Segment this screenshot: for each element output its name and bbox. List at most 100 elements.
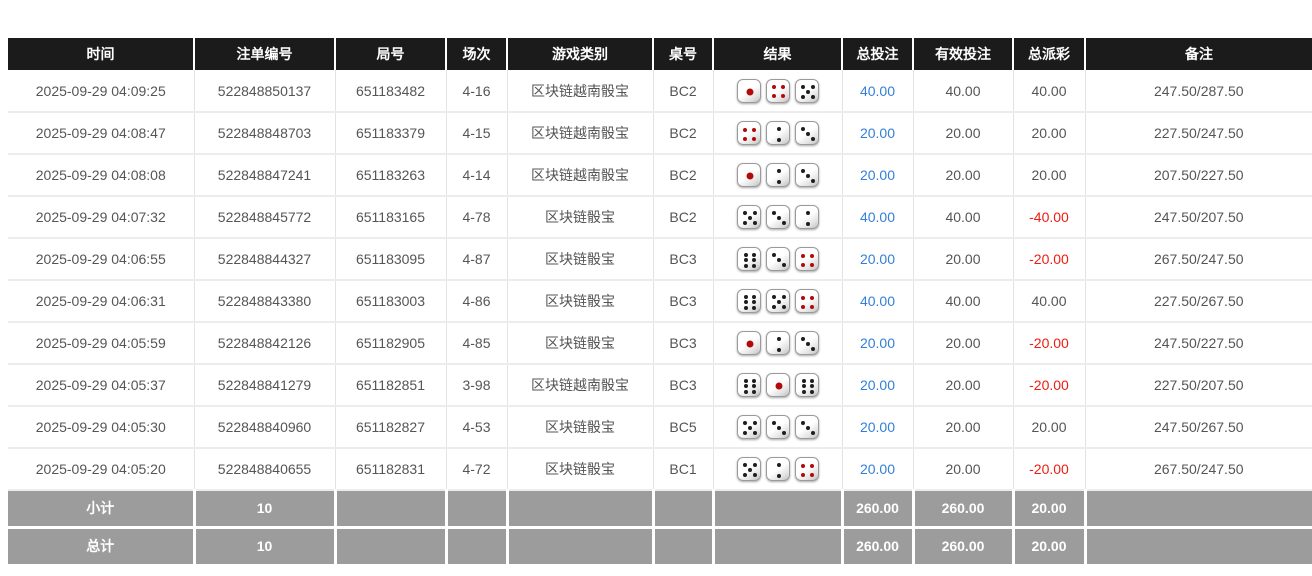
cell-round: 651182905 bbox=[335, 322, 446, 364]
result-dice bbox=[713, 196, 842, 238]
cell-table-no: BC2 bbox=[653, 154, 713, 196]
cell-session: 4-72 bbox=[446, 448, 507, 490]
cell-total-payout: 20.00 bbox=[1013, 112, 1085, 154]
die-5 bbox=[795, 79, 819, 103]
cell-bet-id: 522848843380 bbox=[194, 280, 335, 322]
cell-game-type: 区块链越南骰宝 bbox=[507, 154, 653, 196]
cell-total-bet[interactable]: 20.00 bbox=[842, 238, 913, 280]
cell-total-bet[interactable]: 40.00 bbox=[842, 280, 913, 322]
footer-count: 10 bbox=[194, 527, 335, 564]
cell-time: 2025-09-29 04:05:20 bbox=[8, 448, 194, 490]
cell-game-type: 区块链骰宝 bbox=[507, 238, 653, 280]
die-5 bbox=[737, 457, 761, 481]
cell-total-payout: -20.00 bbox=[1013, 238, 1085, 280]
cell-total-bet[interactable]: 20.00 bbox=[842, 406, 913, 448]
cell-total-payout: 40.00 bbox=[1013, 70, 1085, 112]
bet-records-panel: 时间注单编号局号场次游戏类别桌号结果总投注有效投注总派彩备注 2025-09-2… bbox=[8, 38, 1312, 564]
cell-total-bet[interactable]: 20.00 bbox=[842, 112, 913, 154]
cell-session: 4-16 bbox=[446, 70, 507, 112]
footer-count: 10 bbox=[194, 490, 335, 527]
cell-game-type: 区块链越南骰宝 bbox=[507, 364, 653, 406]
cell-valid-bet: 20.00 bbox=[913, 154, 1013, 196]
cell-round: 651183165 bbox=[335, 196, 446, 238]
die-2 bbox=[766, 331, 790, 355]
die-3 bbox=[795, 121, 819, 145]
cell-total-payout: 20.00 bbox=[1013, 406, 1085, 448]
table-row: 2025-09-29 04:05:37522848841279651182851… bbox=[8, 364, 1312, 406]
footer-label: 小计 bbox=[8, 490, 194, 527]
result-dice bbox=[713, 448, 842, 490]
cell-game-type: 区块链骰宝 bbox=[507, 406, 653, 448]
cell-table-no: BC3 bbox=[653, 322, 713, 364]
dice-group bbox=[714, 247, 842, 271]
die-2 bbox=[795, 205, 819, 229]
cell-time: 2025-09-29 04:06:31 bbox=[8, 280, 194, 322]
cell-time: 2025-09-29 04:06:55 bbox=[8, 238, 194, 280]
die-1 bbox=[737, 331, 761, 355]
die-1 bbox=[737, 163, 761, 187]
table-row: 2025-09-29 04:05:59522848842126651182905… bbox=[8, 322, 1312, 364]
cell-time: 2025-09-29 04:05:59 bbox=[8, 322, 194, 364]
cell-total-bet[interactable]: 20.00 bbox=[842, 322, 913, 364]
result-dice bbox=[713, 70, 842, 112]
column-header-remark: 备注 bbox=[1085, 38, 1312, 70]
cell-table-no: BC1 bbox=[653, 448, 713, 490]
die-3 bbox=[795, 331, 819, 355]
result-dice bbox=[713, 406, 842, 448]
cell-remark: 247.50/267.50 bbox=[1085, 406, 1312, 448]
cell-total-bet[interactable]: 20.00 bbox=[842, 448, 913, 490]
footer-empty-game bbox=[507, 527, 653, 564]
die-6 bbox=[737, 247, 761, 271]
cell-session: 4-78 bbox=[446, 196, 507, 238]
cell-remark: 227.50/247.50 bbox=[1085, 112, 1312, 154]
cell-total-payout: -20.00 bbox=[1013, 322, 1085, 364]
cell-table-no: BC5 bbox=[653, 406, 713, 448]
dice-group bbox=[714, 373, 842, 397]
cell-total-payout: -40.00 bbox=[1013, 196, 1085, 238]
die-2 bbox=[766, 457, 790, 481]
cell-round: 651182851 bbox=[335, 364, 446, 406]
cell-bet-id: 522848848703 bbox=[194, 112, 335, 154]
die-6 bbox=[795, 373, 819, 397]
cell-remark: 247.50/287.50 bbox=[1085, 70, 1312, 112]
die-4 bbox=[795, 247, 819, 271]
cell-remark: 267.50/247.50 bbox=[1085, 238, 1312, 280]
column-header-total-payout: 总派彩 bbox=[1013, 38, 1085, 70]
footer-valid-bet: 260.00 bbox=[913, 490, 1013, 527]
cell-bet-id: 522848845772 bbox=[194, 196, 335, 238]
cell-total-bet[interactable]: 20.00 bbox=[842, 154, 913, 196]
die-5 bbox=[737, 205, 761, 229]
table-row: 2025-09-29 04:05:20522848840655651182831… bbox=[8, 448, 1312, 490]
cell-game-type: 区块链骰宝 bbox=[507, 196, 653, 238]
die-3 bbox=[766, 415, 790, 439]
cell-valid-bet: 20.00 bbox=[913, 238, 1013, 280]
cell-time: 2025-09-29 04:09:25 bbox=[8, 70, 194, 112]
footer-empty-remark bbox=[1085, 527, 1312, 564]
cell-valid-bet: 20.00 bbox=[913, 322, 1013, 364]
footer-empty-game bbox=[507, 490, 653, 527]
cell-total-bet[interactable]: 40.00 bbox=[842, 70, 913, 112]
cell-valid-bet: 40.00 bbox=[913, 280, 1013, 322]
footer-total-payout: 20.00 bbox=[1013, 490, 1085, 527]
dice-group bbox=[714, 415, 842, 439]
footer-empty-session bbox=[446, 527, 507, 564]
cell-valid-bet: 40.00 bbox=[913, 70, 1013, 112]
table-body: 2025-09-29 04:09:25522848850137651183482… bbox=[8, 70, 1312, 490]
cell-remark: 267.50/247.50 bbox=[1085, 448, 1312, 490]
cell-round: 651183003 bbox=[335, 280, 446, 322]
die-3 bbox=[795, 163, 819, 187]
cell-bet-id: 522848842126 bbox=[194, 322, 335, 364]
cell-valid-bet: 20.00 bbox=[913, 364, 1013, 406]
cell-table-no: BC2 bbox=[653, 112, 713, 154]
cell-round: 651182827 bbox=[335, 406, 446, 448]
cell-total-bet[interactable]: 40.00 bbox=[842, 196, 913, 238]
cell-total-payout: 40.00 bbox=[1013, 280, 1085, 322]
cell-table-no: BC3 bbox=[653, 280, 713, 322]
dice-group bbox=[714, 205, 842, 229]
cell-session: 4-14 bbox=[446, 154, 507, 196]
cell-session: 4-87 bbox=[446, 238, 507, 280]
cell-total-bet[interactable]: 20.00 bbox=[842, 364, 913, 406]
cell-time: 2025-09-29 04:05:30 bbox=[8, 406, 194, 448]
table-row: 2025-09-29 04:08:47522848848703651183379… bbox=[8, 112, 1312, 154]
table-row: 2025-09-29 04:07:32522848845772651183165… bbox=[8, 196, 1312, 238]
